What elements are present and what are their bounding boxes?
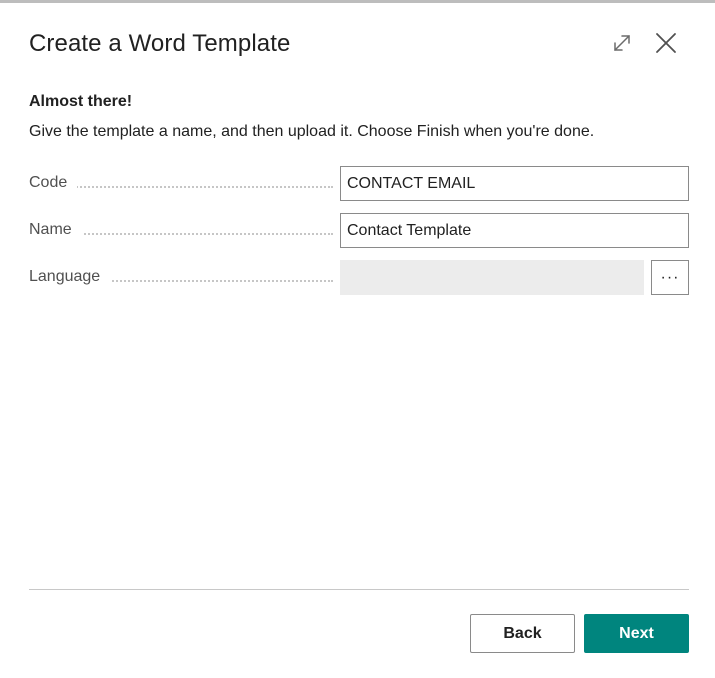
create-word-template-dialog: Create a Word Template Almost there! Giv… [0, 0, 715, 678]
expand-icon [614, 35, 630, 51]
name-field-row: Name [29, 213, 689, 248]
code-field-row: Code [29, 166, 689, 201]
name-label: Name [29, 221, 82, 239]
footer-divider [29, 589, 689, 590]
expand-button[interactable] [608, 29, 636, 57]
dialog-instructions: Give the template a name, and then uploa… [29, 123, 595, 140]
next-button[interactable]: Next [584, 614, 689, 653]
close-button[interactable] [652, 29, 680, 57]
dialog-subtitle: Almost there! [29, 93, 133, 110]
code-label: Code [29, 174, 78, 192]
language-label: Language [29, 268, 111, 286]
language-lookup-button[interactable]: ··· [651, 260, 689, 295]
back-button[interactable]: Back [470, 614, 575, 653]
dialog-title: Create a Word Template [29, 30, 291, 57]
language-input[interactable] [340, 260, 644, 295]
close-icon [656, 33, 676, 53]
language-field-row: Language ··· [29, 260, 689, 295]
name-input[interactable] [340, 213, 689, 248]
code-input[interactable] [340, 166, 689, 201]
